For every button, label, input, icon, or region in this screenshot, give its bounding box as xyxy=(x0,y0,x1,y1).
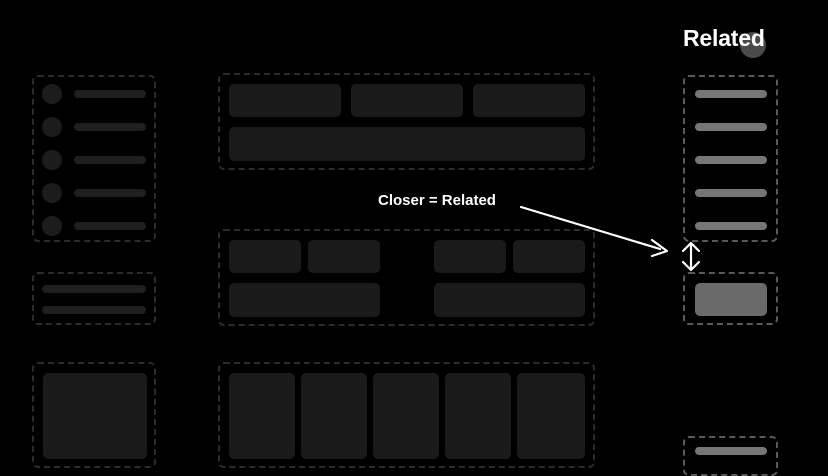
annotation-arrows xyxy=(519,205,701,272)
double-headed-vertical-arrow-icon xyxy=(681,241,701,272)
arrow-icon xyxy=(519,205,669,258)
